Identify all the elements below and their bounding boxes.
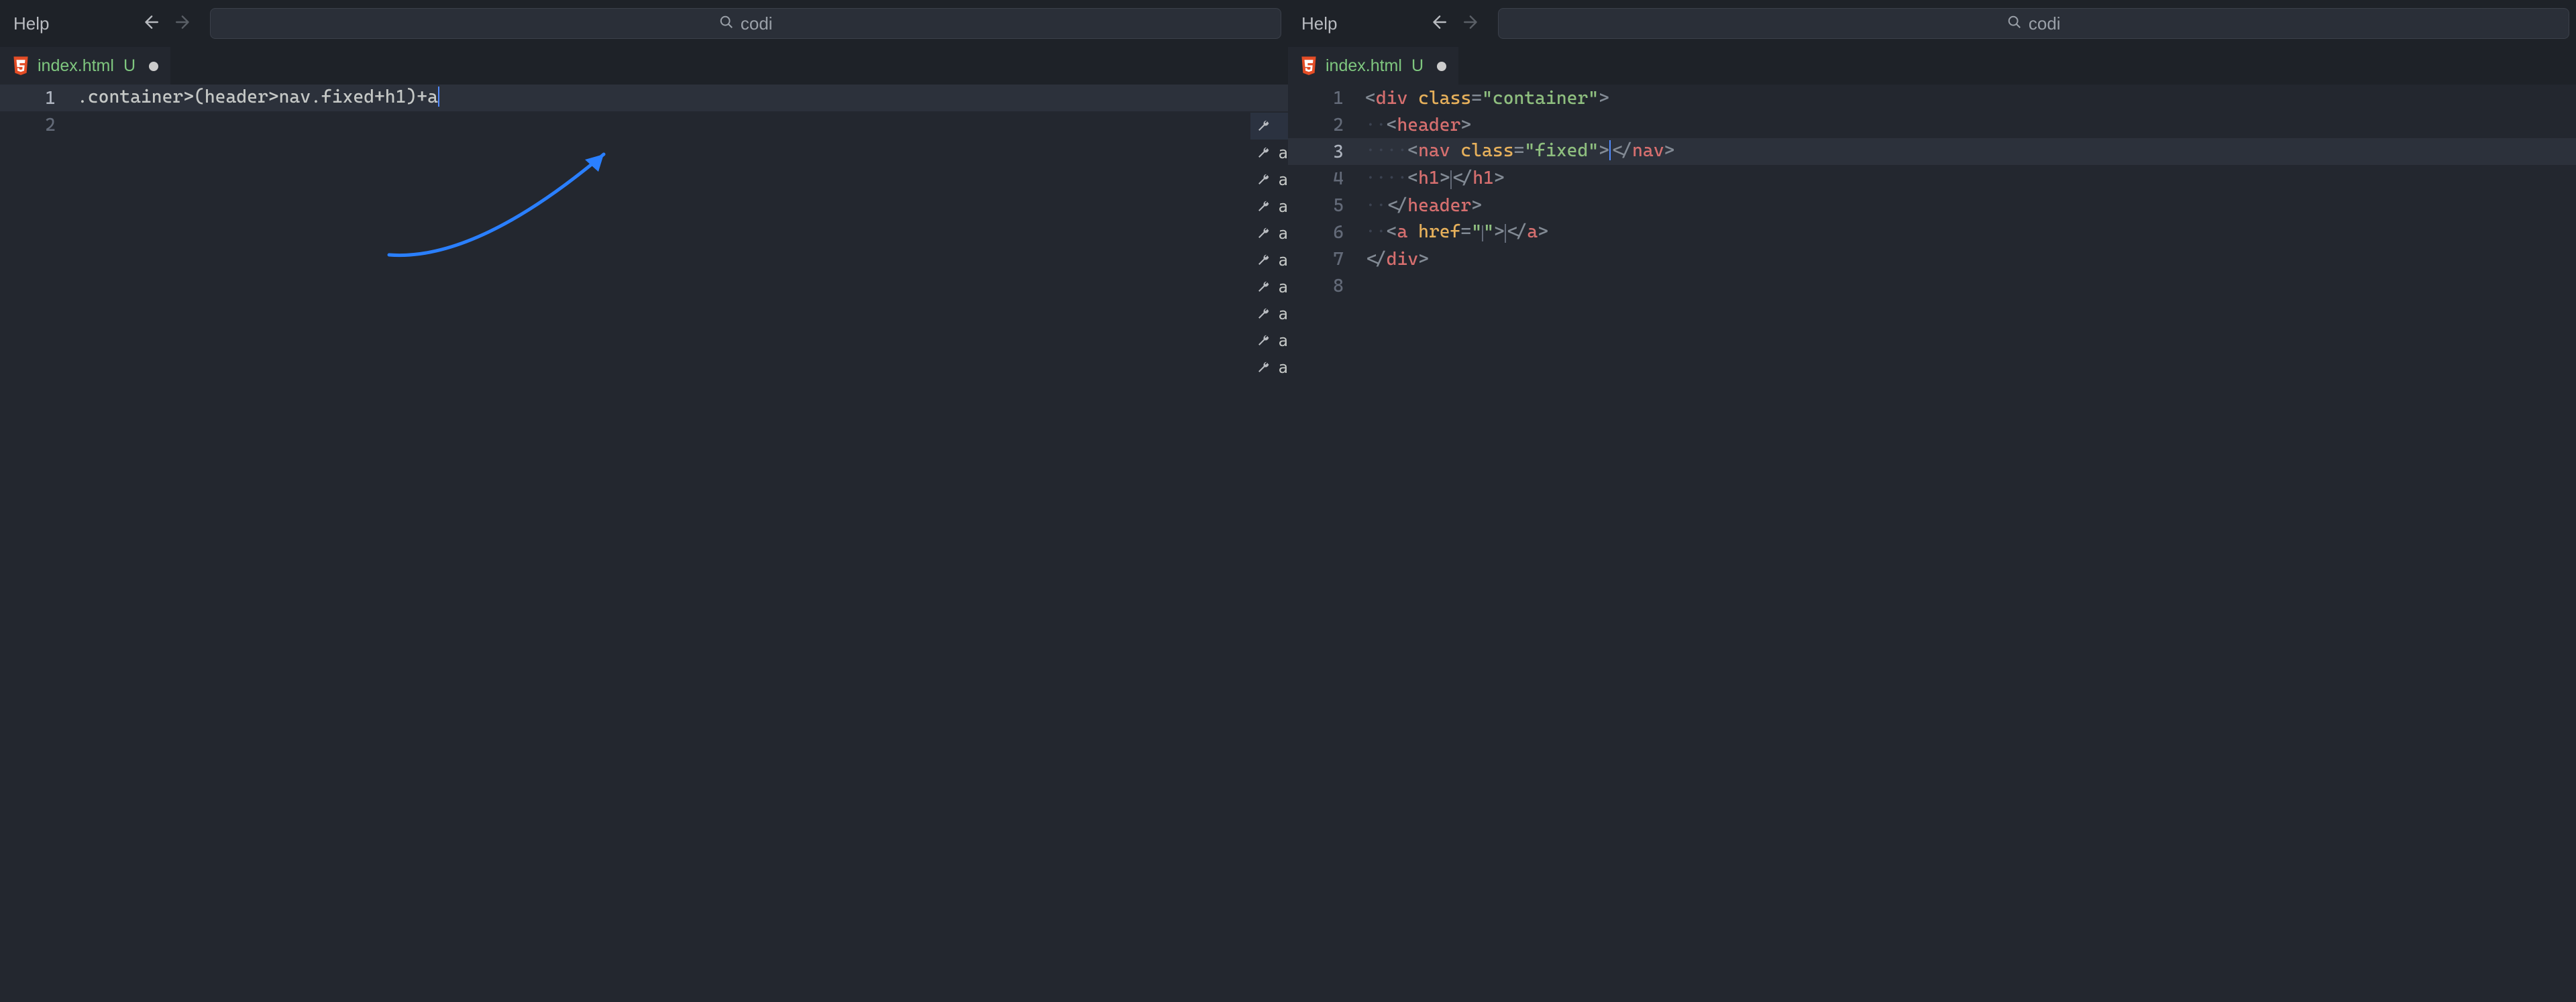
wrench-icon [1256,226,1271,241]
line-number: 8 [1288,276,1365,296]
tab-dirty-indicator [1437,62,1446,71]
suggest-item[interactable]: a [1250,274,1288,300]
wrench-icon [1256,199,1271,214]
nav-history [142,13,193,34]
line-number: 1 [1288,88,1365,109]
tab-filename: index.html [1326,56,1402,76]
code-content: </div> [1365,249,1429,270]
wrench-icon [1256,360,1271,375]
line-number: 4 [1288,168,1365,189]
editor-line: 1 .container>(header>nav.fixed+h1)+a [0,85,1288,111]
editor-line: 4 ····<h1></h1> [1288,165,2576,192]
code-content: ··<a href=""></a> [1365,221,1548,242]
suggest-item[interactable]: a [1250,193,1288,220]
suggest-item[interactable]: a [1250,140,1288,166]
tab-git-status: U [123,56,136,76]
command-center-search[interactable]: codi [210,8,1281,39]
tab-git-status: U [1411,56,1424,76]
search-icon [719,13,734,34]
suggest-label: a [1279,224,1288,243]
line-number: 5 [1288,195,1365,216]
suggest-label: a [1279,304,1288,323]
suggest-widget[interactable]: a a a a a [1250,113,1288,381]
nav-forward-button[interactable] [175,13,193,34]
nav-back-button[interactable] [1430,13,1447,34]
suggest-label: a [1279,358,1288,377]
suggest-label: a [1279,197,1288,216]
line-number: 3 [1288,142,1365,162]
nav-forward-button[interactable] [1463,13,1481,34]
editor-line: 8 [1288,272,2576,299]
code-content: ····<h1></h1> [1365,168,1505,188]
tabstop-marker [1482,225,1483,241]
editor-pane-right: Help codi [1288,0,2576,1002]
wrench-icon [1256,280,1271,294]
menu-help[interactable]: Help [1295,13,1344,34]
editor-line: 2 [0,111,1288,138]
line-number: 2 [0,115,77,135]
editor-line: 1 <div class="container"> [1288,85,2576,111]
suggest-label: a [1279,331,1288,350]
command-center-search[interactable]: codi [1498,8,2569,39]
editor-line: 7 </div> [1288,245,2576,272]
suggest-label: a [1279,144,1288,162]
suggest-label: a [1279,170,1288,189]
html5-icon [12,56,30,76]
tab-dirty-indicator [149,62,158,71]
editor-pane-left: Help codi [0,0,1288,1002]
tab-index-html[interactable]: index.html U [0,47,170,85]
suggest-label: a [1279,278,1288,296]
line-number: 1 [0,88,77,109]
suggest-item[interactable]: a [1250,247,1288,274]
suggest-item[interactable]: a [1250,300,1288,327]
suggest-item[interactable]: a [1250,220,1288,247]
code-content: <div class="container"> [1365,88,1609,109]
suggest-label: a [1279,251,1288,270]
nav-back-button[interactable] [142,13,159,34]
title-bar: Help codi [0,0,1288,47]
editor-line: 3 ····<nav class="fixed"></nav> [1288,138,2576,165]
code-content: ··</header> [1365,195,1482,216]
tab-index-html[interactable]: index.html U [1288,47,1458,85]
editor-line: 2 ··<header> [1288,111,2576,138]
suggest-item[interactable]: a [1250,354,1288,381]
code-content: ··<header> [1365,115,1471,135]
wrench-icon [1256,307,1271,321]
editor-line: 5 ··</header> [1288,192,2576,219]
line-number: 6 [1288,222,1365,243]
wrench-icon [1256,333,1271,348]
tab-filename: index.html [38,56,114,76]
wrench-icon [1256,253,1271,268]
text-cursor [438,87,440,107]
search-placeholder: codi [741,13,773,34]
suggest-item[interactable]: a [1250,327,1288,354]
line-number: 7 [1288,249,1365,270]
search-icon [2007,13,2022,34]
suggest-item[interactable]: a [1250,166,1288,193]
nav-history [1430,13,1481,34]
wrench-icon [1256,146,1271,160]
line-number: 2 [1288,115,1365,135]
search-placeholder: codi [2029,13,2061,34]
wrench-icon [1256,172,1271,187]
menu-help[interactable]: Help [7,13,56,34]
suggest-item[interactable] [1250,113,1288,140]
code-content: ····<nav class="fixed"></nav> [1365,140,1674,163]
html5-icon [1300,56,1318,76]
tab-bar: index.html U [1288,47,2576,85]
tab-bar: index.html U [0,47,1288,85]
code-editor-right[interactable]: 1 <div class="container"> 2 ··<header> 3… [1288,85,2576,1002]
title-bar: Help codi [1288,0,2576,47]
code-editor-left[interactable]: 1 .container>(header>nav.fixed+h1)+a 2 a… [0,85,1288,1002]
code-content: .container>(header>nav.fixed+h1)+a [77,87,439,109]
wrench-icon [1256,119,1271,133]
editor-line: 6 ··<a href=""></a> [1288,219,2576,245]
